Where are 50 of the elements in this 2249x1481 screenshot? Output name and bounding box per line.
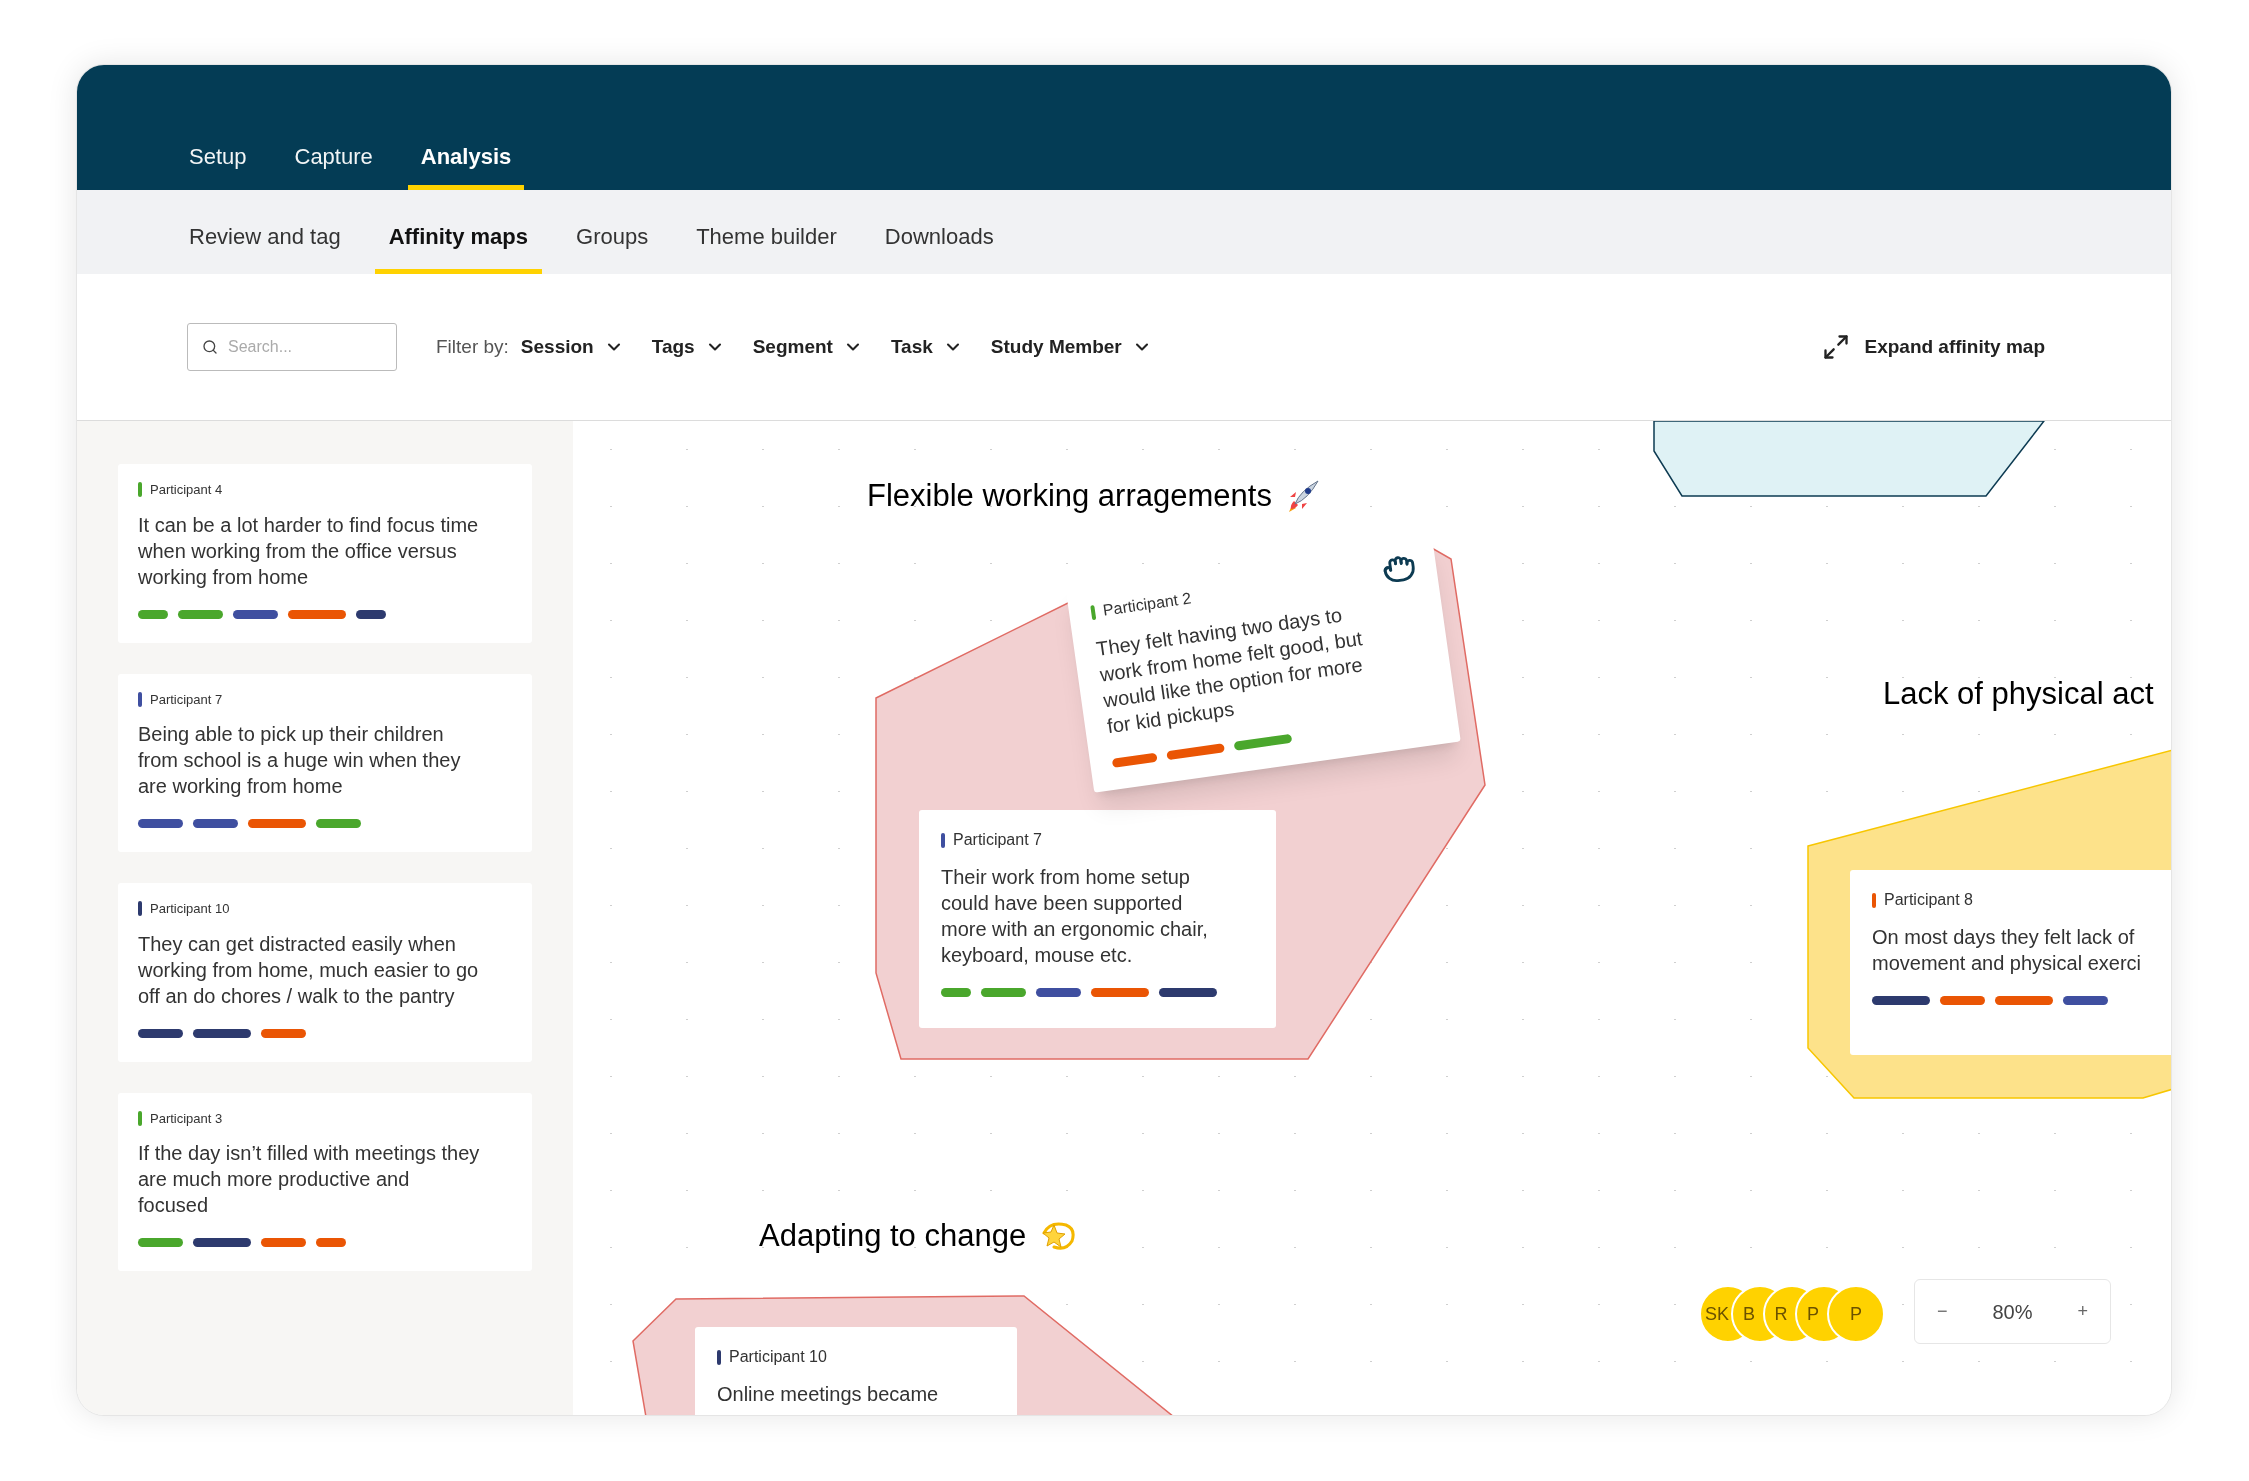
card-text: It can be a lot harder to find focus time when working from the office versus working from home — [138, 512, 480, 590]
group-title: Flexible working arragements — [867, 477, 1272, 515]
nav-tab[interactable]: Capture — [281, 128, 386, 190]
collaborator-initials[interactable]: R — [1766, 1302, 1796, 1326]
search-field[interactable]: Search... — [187, 323, 397, 371]
sub-nav-tab[interactable]: Downloads — [870, 212, 1008, 274]
sub-nav-tab[interactable]: Review and tag — [175, 212, 355, 274]
sub-nav-tab[interactable]: Affinity maps — [374, 212, 542, 274]
collaborator-initials[interactable]: B — [1734, 1302, 1764, 1326]
search-input[interactable]: Search... — [228, 335, 378, 359]
collaborator-initials[interactable]: SK — [1702, 1302, 1732, 1326]
filter-label: Filter by: — [436, 334, 509, 359]
note-card[interactable]: Participant 3 If the day isn’t filled with meetings they are much more productive and focused — [118, 1092, 532, 1271]
filter-dropdown[interactable]: Session — [520, 332, 624, 362]
participant-label: Participant 7 — [150, 690, 223, 709]
zoom-in-button[interactable]: + — [2077, 1298, 2088, 1325]
group-title: Lack of physical act — [1883, 675, 2154, 713]
note-card[interactable]: Participant 10 They can get distracted easily when working from home, much easier to go off an do chores / walk to the pantry — [118, 883, 532, 1062]
participant-label: Participant 4 — [150, 481, 223, 499]
filter-dropdown[interactable]: Segment — [752, 332, 863, 362]
note-card[interactable]: Participant 7 Their work from home setup could have been supported more with an ergonomic chair, keyboard, mouse etc. — [919, 810, 1276, 1028]
card-text: Their work from home setup could have been supported more with an ergonomic chair, keyboard, mouse etc. — [941, 865, 1209, 968]
zoom-out-button[interactable]: − — [1937, 1298, 1948, 1325]
note-card[interactable]: Participant 7 Being able to pick up their children from school is a huge win when they are working from home — [118, 673, 532, 852]
card-text: They can get distracted easily when working from home, much easier to go off an do chores / walk to the pantry — [138, 931, 480, 1009]
note-card[interactable]: Participant 8 On most days they felt lack of movement and physical exerci — [1850, 870, 2171, 1055]
card-text: Being able to pick up their children from school is a huge win when they are working from home — [138, 722, 462, 799]
card-text: Online meetings became — [717, 1382, 940, 1407]
participant-label: Participant 3 — [150, 1109, 223, 1128]
search-icon — [202, 339, 218, 355]
note-card[interactable]: Participant 10 Online meetings became — [695, 1327, 1017, 1415]
card-text: If the day isn’t filled with meetings they are much more productive and focused — [138, 1141, 481, 1218]
filter-dropdown[interactable]: Tags — [651, 332, 725, 362]
zoom-level: 80% — [1992, 1299, 2033, 1325]
participant-label: Participant 10 — [729, 1347, 827, 1367]
nav-tab[interactable]: Setup — [176, 128, 260, 190]
participant-label: Participant 2 — [1101, 588, 1193, 621]
card-text: On most days they felt lack of — [1872, 925, 2136, 950]
group-title: Adapting to change — [759, 1217, 1027, 1255]
sub-nav-tab[interactable]: Theme builder — [682, 212, 851, 274]
participant-label: Participant 7 — [953, 830, 1042, 850]
card-text: movement and physical exerci — [1872, 951, 2142, 976]
sub-nav-tab[interactable]: Groups — [562, 212, 663, 274]
note-card[interactable]: Participant 4 It can be a lot harder to find focus time when working from the office versus working from home — [118, 464, 532, 643]
participant-label: Participant 8 — [1884, 890, 1973, 910]
participant-label: Participant 10 — [150, 900, 230, 918]
filter-dropdown[interactable]: Task — [890, 332, 963, 362]
filter-dropdown[interactable]: Study Member — [990, 332, 1152, 362]
expand-icon — [1822, 333, 1851, 361]
expand-button[interactable]: Expand affinity map — [1822, 332, 2045, 362]
